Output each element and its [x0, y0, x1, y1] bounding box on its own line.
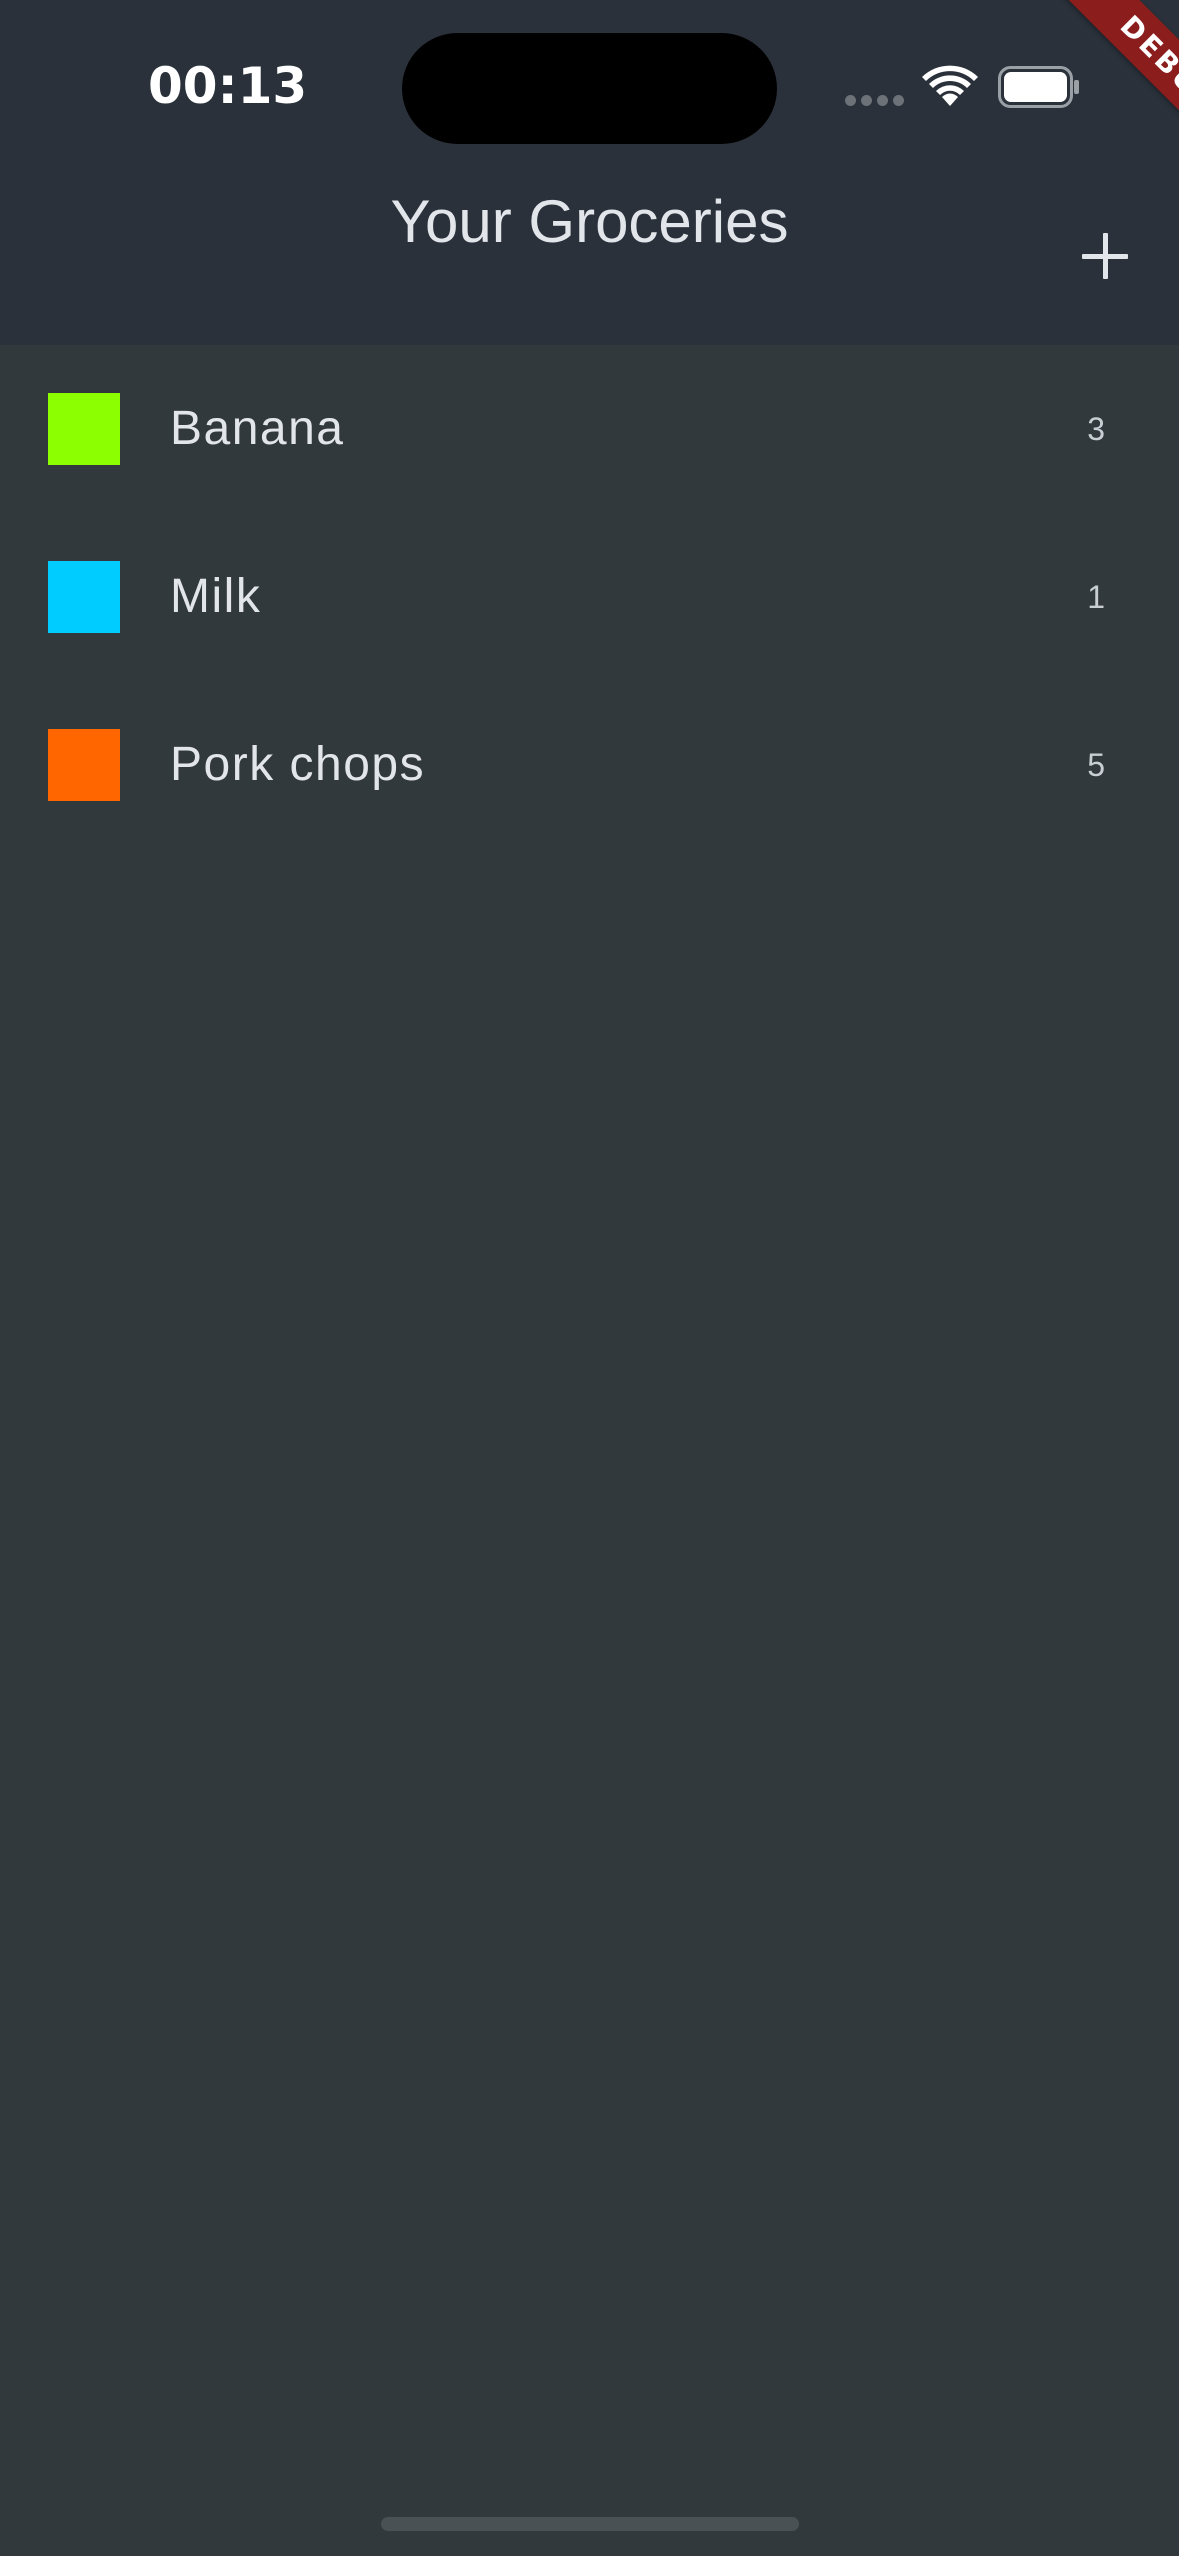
debug-banner-label: DEBUG: [1045, 0, 1179, 189]
item-name: Milk: [170, 570, 262, 623]
list-item[interactable]: Milk 1: [0, 513, 1179, 681]
status-time: 00:13: [148, 57, 308, 115]
wifi-icon: [922, 65, 978, 106]
add-item-button[interactable]: [1076, 226, 1136, 286]
dynamic-island: [402, 33, 777, 144]
category-color-swatch: [48, 561, 120, 633]
item-quantity: 3: [1087, 411, 1105, 447]
category-color-swatch: [48, 729, 120, 801]
list-item[interactable]: Banana 3: [0, 345, 1179, 513]
item-quantity: 1: [1087, 579, 1105, 615]
home-indicator[interactable]: [381, 2517, 799, 2531]
category-color-swatch: [48, 393, 120, 465]
cellular-signal-icon: [845, 95, 905, 107]
app-screen: 00:13 Your Groceries DEBUG Banana 3 Milk…: [0, 0, 1179, 2556]
list-item[interactable]: Pork chops 5: [0, 681, 1179, 849]
item-name: Banana: [170, 402, 345, 455]
item-quantity: 5: [1087, 747, 1105, 783]
item-name: Pork chops: [170, 738, 426, 791]
debug-banner: DEBUG: [979, 0, 1179, 200]
app-header: 00:13 Your Groceries DEBUG: [0, 0, 1179, 345]
grocery-list: Banana 3 Milk 1 Pork chops 5: [0, 345, 1179, 849]
